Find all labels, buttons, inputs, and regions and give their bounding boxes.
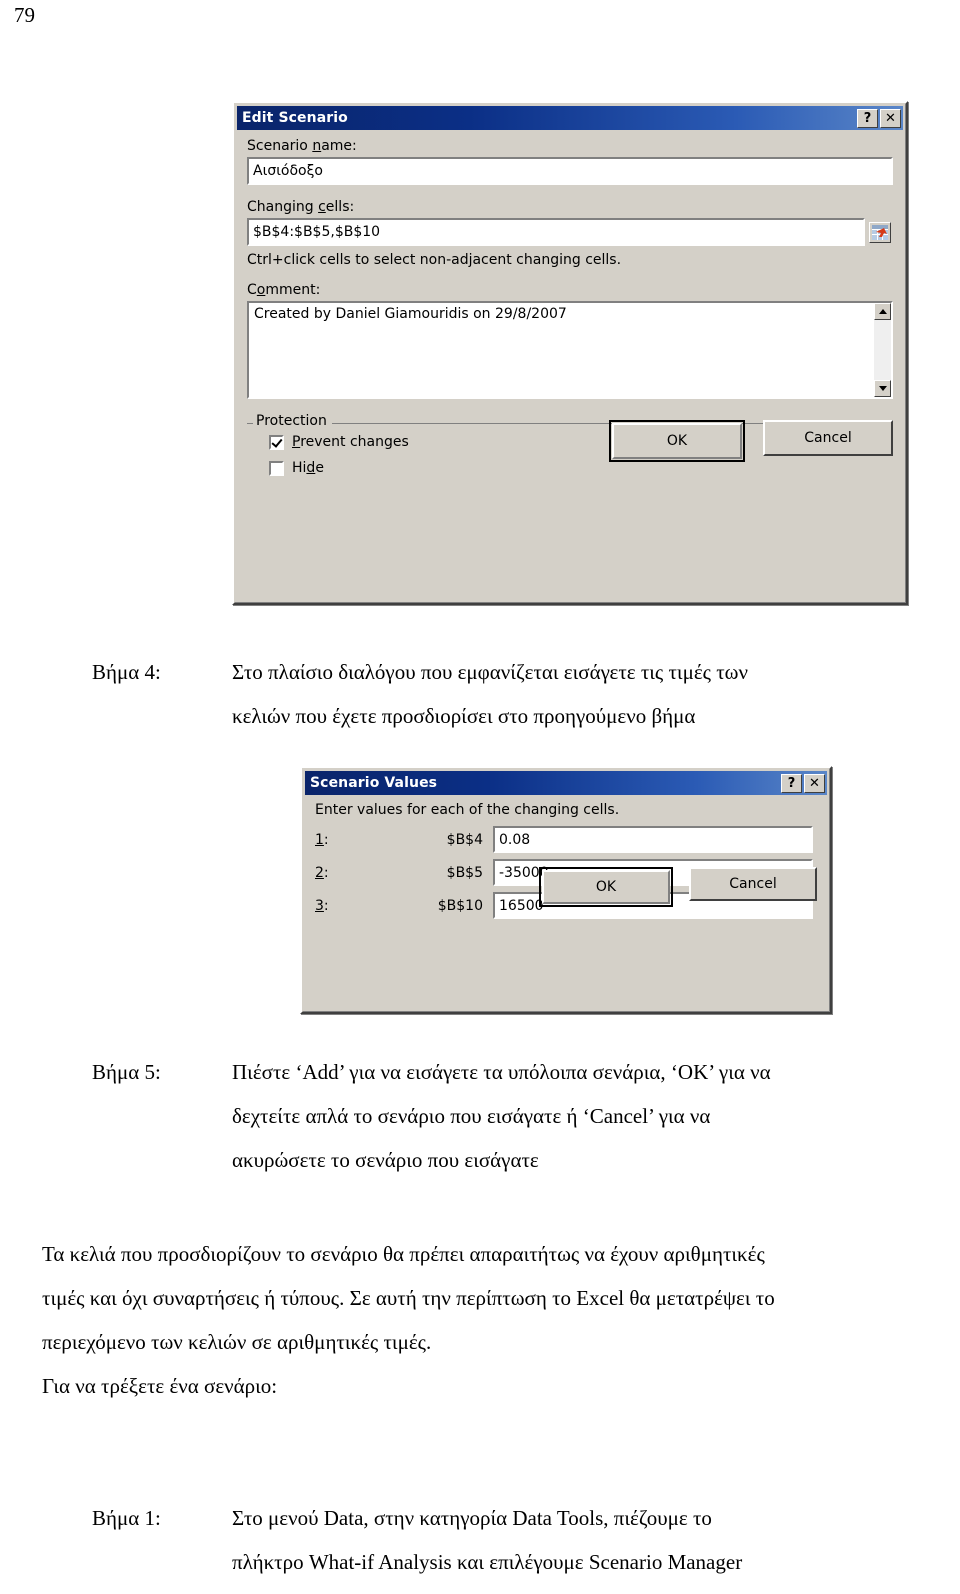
document-page: 79 Edit Scenario ? ✕ Scenario name: Αισι…: [0, 0, 960, 1594]
paragraph-numeric-values: Τα κελιά που προσδιορίζουν το σενάριο θα…: [42, 1232, 918, 1364]
cancel-button[interactable]: Cancel: [689, 867, 817, 901]
scroll-down-button[interactable]: [874, 380, 891, 397]
comment-scrollbar[interactable]: [874, 303, 891, 397]
hide-checkbox[interactable]: [269, 460, 284, 476]
cancel-button[interactable]: Cancel: [763, 420, 893, 456]
scroll-track[interactable]: [874, 320, 891, 380]
page-number: 79: [14, 3, 35, 27]
step-4-line-2: κελιών που έχετε προσδιορίσει στο προηγο…: [232, 704, 696, 728]
scenario-values-title: Scenario Values: [310, 775, 438, 791]
changing-cells-hint: Ctrl+click cells to select non-adjacent …: [247, 252, 622, 268]
close-icon[interactable]: ✕: [880, 108, 901, 128]
hide-label: Hide: [292, 460, 324, 476]
value-row-input[interactable]: 0.08: [492, 825, 814, 854]
value-row-index: 3:: [315, 897, 329, 914]
value-row-cell: $B$4: [446, 831, 483, 848]
paragraph-line: τιμές και όχι συναρτήσεις ή τύπους. Σε α…: [42, 1286, 775, 1310]
scenario-values-dialog: Scenario Values ? ✕ Enter values for eac…: [300, 766, 832, 1014]
ok-button-label: OK: [612, 423, 742, 459]
step-1-row: Βήμα 1: Στο μενού Data, στην κατηγορία D…: [92, 1496, 914, 1584]
step-1-line-2: πλήκτρο What-if Analysis και επιλέγουμε …: [232, 1550, 743, 1574]
scenario-values-instruction: Enter values for each of the changing ce…: [315, 802, 620, 818]
step-5-line-3: ακυρώσετε το σενάριο που εισάγατε: [232, 1148, 539, 1172]
hide-row[interactable]: Hide: [269, 460, 893, 476]
step-4-label: Βήμα 4:: [92, 660, 161, 684]
step-1-line-1: Στο μενού Data, στην κατηγορία Data Tool…: [232, 1506, 712, 1530]
help-icon[interactable]: ?: [781, 773, 802, 793]
scenario-name-label: Scenario name:: [247, 138, 357, 154]
edit-scenario-titlebar: Edit Scenario ? ✕: [237, 106, 903, 130]
step-4-row: Βήμα 4: Στο πλαίσιο διαλόγου που εμφανίζ…: [92, 650, 914, 738]
value-row-index: 1:: [315, 831, 329, 848]
comment-value: Created by Daniel Giamouridis on 29/8/20…: [254, 306, 567, 322]
value-row: 1: $B$4 0.08: [315, 825, 817, 854]
paragraph-line: περιεχόμενο των κελιών σε αριθμητικές τι…: [42, 1330, 432, 1354]
prevent-changes-checkbox[interactable]: [269, 434, 284, 450]
protection-group-label: Protection: [253, 413, 332, 429]
edit-scenario-title: Edit Scenario: [242, 110, 348, 126]
ok-button-label: OK: [542, 870, 670, 904]
paragraph-line: Τα κελιά που προσδιορίζουν το σενάριο θα…: [42, 1242, 765, 1266]
step-4-line-1: Στο πλαίσιο διαλόγου που εμφανίζεται εισ…: [232, 660, 748, 684]
grid-arrow-icon: [872, 224, 888, 240]
step-5-line-1: Πιέστε ‘Add’ για να εισάγετε τα υπόλοιπα…: [232, 1060, 771, 1084]
comment-textarea[interactable]: Created by Daniel Giamouridis on 29/8/20…: [246, 300, 894, 400]
step-1-label: Βήμα 1:: [92, 1506, 161, 1530]
help-icon[interactable]: ?: [857, 108, 878, 128]
scenario-values-titlebar: Scenario Values ? ✕: [305, 771, 827, 795]
ok-button[interactable]: OK: [539, 867, 673, 907]
edit-scenario-dialog: Edit Scenario ? ✕ Scenario name: Αισιόδο…: [232, 101, 908, 605]
scroll-up-button[interactable]: [874, 303, 891, 320]
value-row-cell: $B$10: [437, 897, 483, 914]
paragraph-run-scenario: Για να τρέξετε ένα σενάριο:: [42, 1374, 278, 1398]
value-row-index: 2:: [315, 864, 329, 881]
changing-cells-input[interactable]: $B$4:$B$5,$B$10: [246, 217, 866, 247]
step-5-line-2: δεχτείτε απλά το σενάριο που εισάγατε ή …: [232, 1104, 711, 1128]
prevent-changes-label: Prevent changes: [292, 434, 409, 450]
value-row-cell: $B$5: [446, 864, 483, 881]
ok-button[interactable]: OK: [609, 420, 745, 462]
arrow-down-icon: [878, 386, 887, 391]
close-icon[interactable]: ✕: [804, 773, 825, 793]
changing-cells-label: Changing cells:: [247, 199, 355, 215]
range-picker-icon[interactable]: [869, 221, 891, 243]
scenario-name-input[interactable]: Αισιόδοξο: [246, 156, 894, 186]
arrow-up-icon: [878, 309, 887, 314]
step-5-row: Βήμα 5: Πιέστε ‘Add’ για να εισάγετε τα …: [92, 1050, 914, 1182]
step-5-label: Βήμα 5:: [92, 1060, 161, 1084]
comment-label: Comment:: [247, 282, 321, 298]
